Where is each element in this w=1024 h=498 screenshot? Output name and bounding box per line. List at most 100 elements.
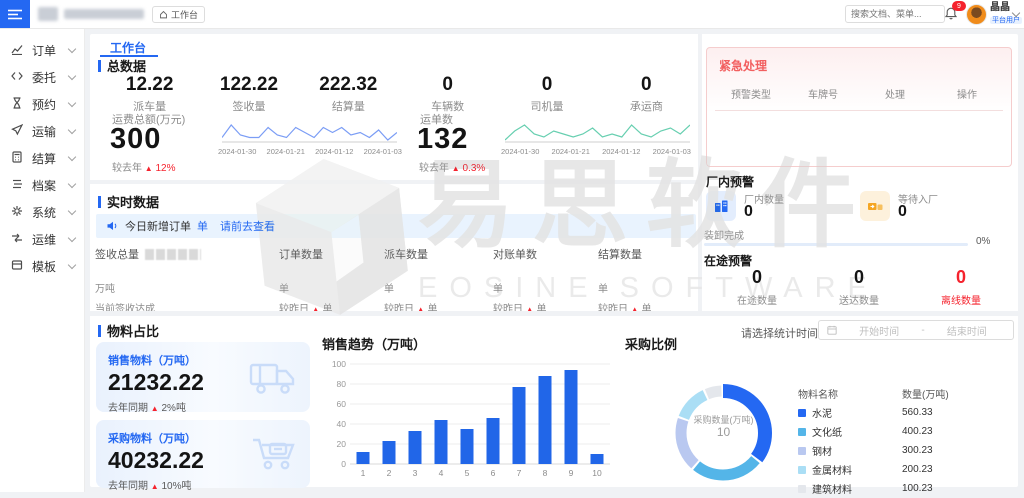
breadcrumb-label: 工作台 bbox=[171, 8, 198, 21]
realtime-column: 派车数量单较昨日 ▲ 单 bbox=[384, 246, 428, 262]
sidebar-item-4[interactable]: 运输 bbox=[0, 118, 84, 145]
stat-label: 司机量 bbox=[497, 98, 596, 114]
realtime-column: 订单数量单较昨日 ▲ 单 bbox=[279, 246, 323, 262]
sidebar-item-1[interactable]: 订单 bbox=[0, 37, 84, 64]
legend-value: 560.33 bbox=[902, 407, 933, 418]
legend-row: 金属材料200.23 bbox=[798, 460, 973, 479]
legend-value: 100.23 bbox=[902, 483, 933, 494]
emergency-table-header: 预警类型车牌号处理操作 bbox=[715, 86, 1003, 111]
purchase-ratio-chart-title: 采购比例 bbox=[625, 334, 677, 353]
stat-value: 0 bbox=[597, 74, 696, 96]
end-time-placeholder[interactable]: 结束时间 bbox=[929, 323, 1005, 338]
legend-name: 水泥 bbox=[812, 405, 832, 420]
hourglass-icon bbox=[11, 97, 23, 112]
transit-stat-value: 0 bbox=[910, 266, 1012, 288]
sales-material-compare: 去年同期 ▲ 2%吨 bbox=[108, 399, 298, 414]
realtime-column-label: 结算数量 bbox=[598, 246, 642, 262]
sidebar-item-label: 模板 bbox=[32, 258, 69, 275]
sparkline-date: 2024-01-03 bbox=[364, 147, 402, 156]
sparkline-date: 2024-01-21 bbox=[267, 147, 305, 156]
svg-text:20: 20 bbox=[337, 439, 347, 449]
sidebar-item-7[interactable]: 系统 bbox=[0, 199, 84, 226]
ops-icon bbox=[11, 232, 23, 247]
sidebar-item-3[interactable]: 预约 bbox=[0, 91, 84, 118]
sidebar-item-5[interactable]: 结算 bbox=[0, 145, 84, 172]
legend-swatch bbox=[798, 485, 806, 493]
emergency-column-header: 车牌号 bbox=[787, 86, 859, 101]
legend-name: 建筑材料 bbox=[812, 481, 852, 496]
breadcrumb[interactable]: 工作台 bbox=[152, 6, 205, 23]
transit-stat: 0 在途数量 bbox=[706, 266, 808, 314]
realtime-column-label: 对账单数 bbox=[493, 246, 537, 262]
emergency-column-header: 预警类型 bbox=[715, 86, 787, 101]
legend-row: 文化纸400.23 bbox=[798, 422, 973, 441]
legend-name: 金属材料 bbox=[812, 462, 852, 477]
archive-icon bbox=[11, 178, 23, 193]
app-logo-blurred bbox=[38, 7, 58, 21]
transit-stat-value: 0 bbox=[706, 266, 808, 288]
app-title-blurred bbox=[64, 9, 144, 19]
sparkline-date: 2024-01-12 bbox=[315, 147, 353, 156]
start-time-placeholder[interactable]: 开始时间 bbox=[841, 323, 917, 338]
notification-button[interactable]: 9 bbox=[944, 6, 958, 24]
svg-text:100: 100 bbox=[332, 359, 346, 369]
stat-value: 122.22 bbox=[199, 74, 298, 96]
svg-text:10: 10 bbox=[592, 468, 602, 478]
gear-icon bbox=[11, 205, 23, 220]
transit-stat-label: 在途数量 bbox=[706, 292, 808, 307]
tab-workbench[interactable]: 工作台 bbox=[110, 39, 146, 56]
sidebar-item-2[interactable]: 委托 bbox=[0, 64, 84, 91]
divider bbox=[90, 180, 698, 184]
avatar[interactable] bbox=[966, 4, 987, 25]
waybill-sparkline bbox=[505, 120, 690, 147]
section-accent-bar bbox=[98, 60, 101, 72]
sidebar-item-label: 订单 bbox=[32, 42, 69, 59]
sales-trend-title: 销售趋势（万吨） bbox=[322, 334, 426, 353]
freight-compare: 较去年 ▲ 12% bbox=[112, 159, 176, 174]
speaker-icon bbox=[106, 220, 119, 232]
legend-swatch bbox=[798, 428, 806, 436]
total-stat: 0 司机量 bbox=[497, 74, 596, 118]
svg-text:3: 3 bbox=[413, 468, 418, 478]
realtime-data-title: 实时数据 bbox=[98, 192, 159, 211]
material-ratio-title: 物料占比 bbox=[98, 321, 159, 340]
svg-text:40: 40 bbox=[337, 419, 347, 429]
sidebar-item-8[interactable]: 运维 bbox=[0, 226, 84, 253]
legend-value: 400.23 bbox=[902, 426, 933, 437]
svg-text:60: 60 bbox=[337, 399, 347, 409]
hamburger-icon bbox=[8, 9, 22, 20]
realtime-column-unit: 单 bbox=[598, 280, 608, 295]
waybill-sparkline-dates: 2024-01-302024-01-212024-01-122024-01-03 bbox=[501, 147, 691, 156]
transit-stat-label: 离线数量 bbox=[910, 292, 1012, 307]
unload-progress-bar bbox=[704, 243, 968, 246]
section-accent-bar bbox=[98, 325, 101, 337]
waybill-compare: 较去年 ▲ 0.3% bbox=[419, 159, 485, 174]
search-input[interactable] bbox=[845, 5, 945, 23]
announcement-link[interactable]: 请前去查看 bbox=[220, 218, 275, 234]
legend-row: 钢材300.23 bbox=[798, 441, 973, 460]
total-stat: 222.32结算量 bbox=[299, 74, 398, 118]
announcement-unit: 单 bbox=[197, 218, 208, 234]
stat-value: 0 bbox=[398, 74, 497, 96]
svg-text:4: 4 bbox=[439, 468, 444, 478]
chevron-down-icon bbox=[68, 180, 76, 188]
section-accent-bar bbox=[98, 196, 101, 208]
realtime-column-unit: 单 bbox=[493, 280, 503, 295]
sidebar-item-9[interactable]: 模板 bbox=[0, 253, 84, 280]
announcement-text: 今日新增订单 bbox=[125, 218, 191, 234]
stat-value: 0 bbox=[497, 74, 596, 96]
date-range-picker[interactable]: 开始时间 - 结束时间 bbox=[818, 320, 1014, 340]
sidebar-item-6[interactable]: 档案 bbox=[0, 172, 84, 199]
transit-stat-label: 送达数量 bbox=[808, 292, 910, 307]
unload-progress-label: 装卸完成 bbox=[704, 227, 744, 242]
realtime-column: 签收总量万吨当前签收达成 bbox=[95, 246, 201, 262]
realtime-column-unit: 单 bbox=[279, 280, 289, 295]
freight-sparkline-dates: 2024-01-302024-01-212024-01-122024-01-03 bbox=[218, 147, 402, 156]
top-header: 工作台 9 晶晶 平台用户 bbox=[0, 0, 1024, 29]
triangle-up-icon: ▲ bbox=[151, 482, 159, 491]
svg-text:0: 0 bbox=[341, 459, 346, 469]
purchase-material-compare: 去年同期 ▲ 10%吨 bbox=[108, 477, 298, 492]
menu-toggle-button[interactable] bbox=[0, 0, 30, 28]
waybill-count-value: 132 bbox=[417, 123, 468, 155]
time-filter-label: 请选择统计时间 bbox=[741, 325, 818, 341]
